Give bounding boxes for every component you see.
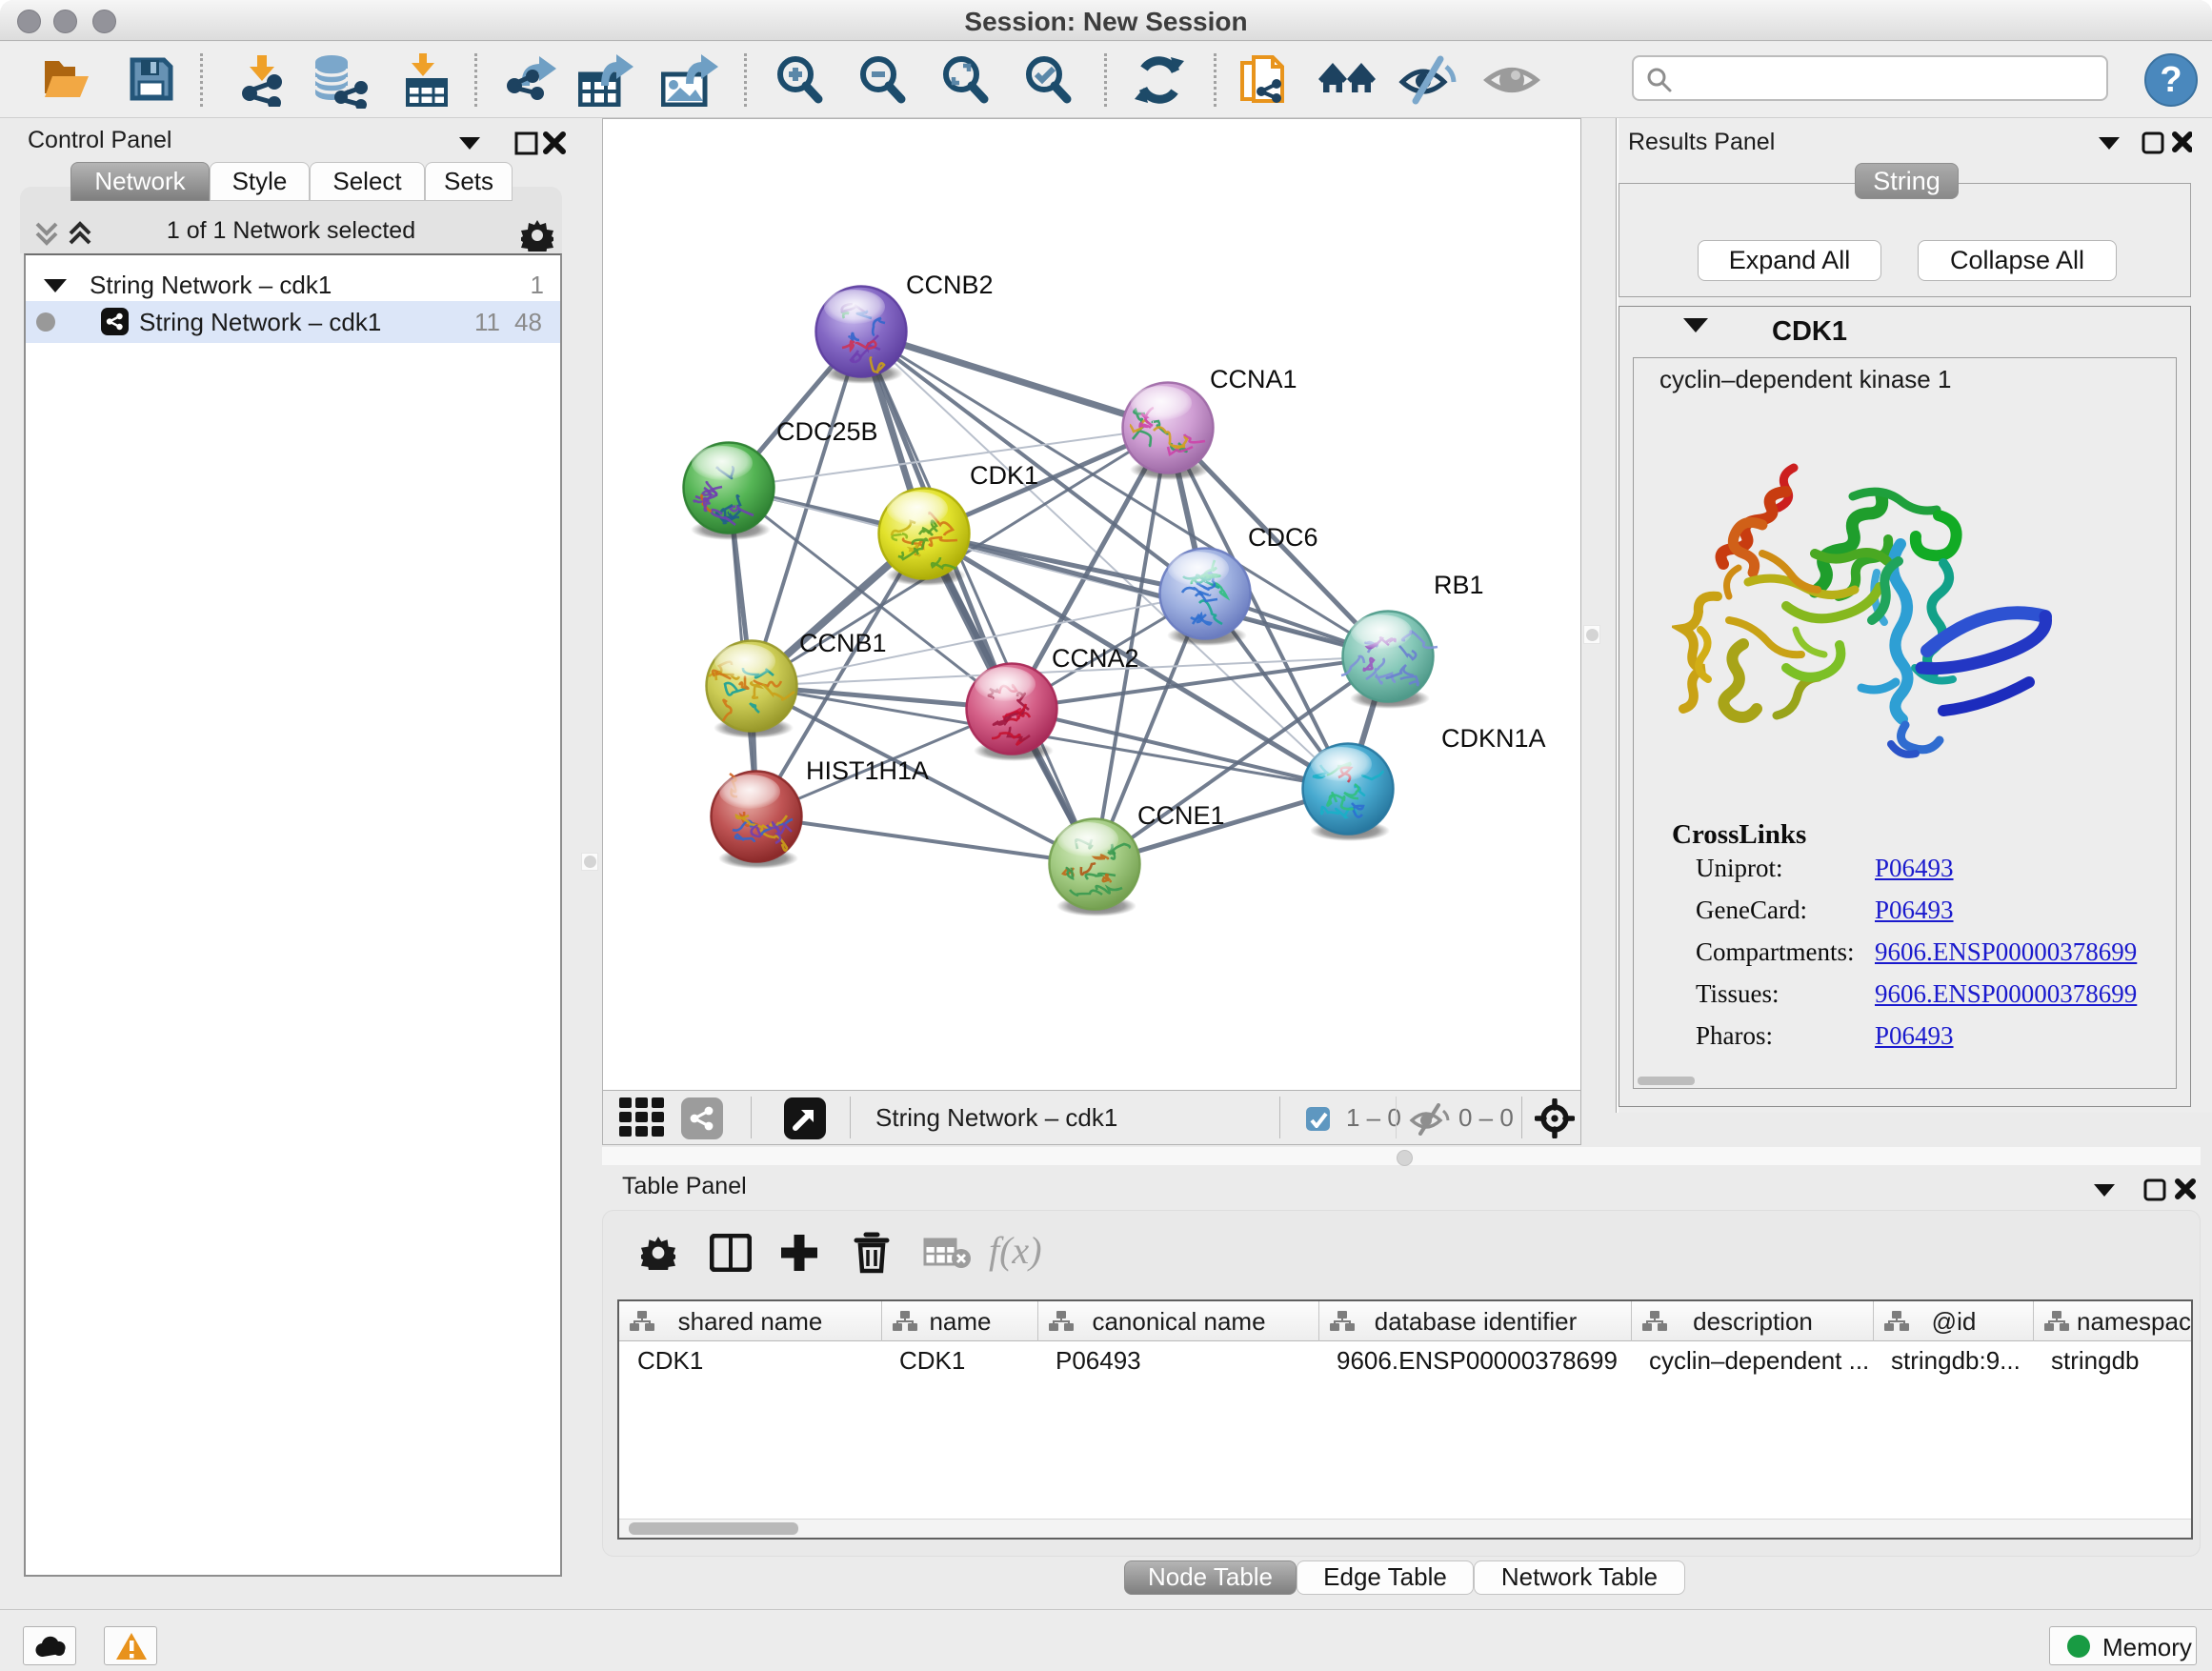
svg-text:CDC25B: CDC25B <box>776 417 878 446</box>
svg-text:CCNA2: CCNA2 <box>1052 644 1139 673</box>
svg-text:CCNE1: CCNE1 <box>1137 801 1225 830</box>
svg-text:CDC6: CDC6 <box>1248 523 1318 552</box>
svg-text:RB1: RB1 <box>1434 571 1484 599</box>
svg-text:HIST1H1A: HIST1H1A <box>806 756 929 785</box>
svg-text:CDKN1A: CDKN1A <box>1441 724 1546 753</box>
svg-text:CCNA1: CCNA1 <box>1210 365 1297 393</box>
svg-text:CCNB2: CCNB2 <box>906 271 994 299</box>
svg-text:?: ? <box>2160 60 2182 100</box>
svg-text:CCNB1: CCNB1 <box>799 629 887 657</box>
svg-text:CDK1: CDK1 <box>970 461 1038 490</box>
